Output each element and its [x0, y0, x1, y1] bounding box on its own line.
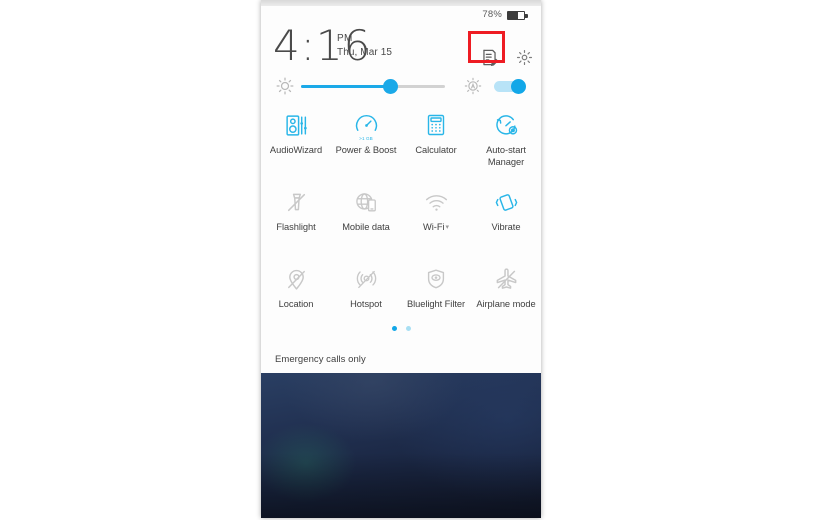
screenshot-root: 78% 4:16 PM Thu, Mar 15 AudioWizard >1 G…	[0, 0, 818, 520]
page-dot-2[interactable]	[405, 326, 411, 331]
quick-settings-panel: 78% 4:16 PM Thu, Mar 15 AudioWizard >1 G…	[261, 6, 541, 373]
tile-label: Location	[278, 299, 314, 309]
bluelight-filter-icon	[421, 264, 451, 294]
tile-label: Mobile data	[342, 222, 390, 232]
tile-row: AudioWizard >1 GB Power & Boost Calculat…	[261, 104, 541, 181]
mobile-data-icon	[351, 187, 381, 217]
flashlight-icon	[281, 187, 311, 217]
auto-brightness-toggle[interactable]	[494, 79, 526, 94]
home-wallpaper	[261, 373, 541, 518]
tile-label: Auto-start Manager	[486, 145, 526, 167]
power-boost-badge: >1 GB	[359, 136, 373, 141]
carrier-status-label: Emergency calls only	[275, 354, 366, 365]
brightness-slider[interactable]	[301, 79, 445, 94]
tile-label: Flashlight	[276, 222, 316, 232]
tile-airplane-mode[interactable]: Airplane mode	[471, 258, 541, 335]
auto-start-manager-icon	[491, 110, 521, 140]
vibrate-icon	[491, 187, 521, 217]
header-actions	[478, 46, 535, 68]
tile-calculator[interactable]: Calculator	[401, 104, 471, 181]
tile-label: Hotspot	[350, 299, 382, 309]
tile-flashlight[interactable]: Flashlight	[261, 181, 331, 258]
tile-wifi[interactable]: Wi-Fi▾	[401, 181, 471, 258]
tile-row: Flashlight Mobile data Wi-Fi▾ Vibrate	[261, 181, 541, 258]
clock-ampm: PM	[337, 33, 353, 44]
tile-label: Bluelight Filter	[406, 299, 466, 309]
tile-label-text: Wi-Fi	[423, 222, 445, 233]
tile-audiowizard[interactable]: AudioWizard	[261, 104, 331, 181]
tile-label: Calculator	[415, 145, 457, 155]
tile-label: AudioWizard	[269, 145, 323, 155]
notes-edit-icon[interactable]	[478, 46, 500, 68]
brightness-row	[261, 72, 541, 100]
battery-icon	[507, 11, 528, 20]
tile-row: Location Hotspot Bluelight Filter Airpla…	[261, 258, 541, 335]
quick-settings-tiles: AudioWizard >1 GB Power & Boost Calculat…	[261, 104, 541, 335]
battery-percentage-label: 78%	[482, 9, 502, 20]
calculator-icon	[421, 110, 451, 140]
power-boost-icon: >1 GB	[351, 110, 381, 141]
auto-brightness-icon	[463, 76, 483, 96]
tile-auto-start-manager[interactable]: Auto-start Manager	[471, 104, 541, 181]
audiowizard-icon	[281, 110, 311, 140]
wifi-icon	[421, 187, 451, 217]
phone-device: 78% 4:16 PM Thu, Mar 15 AudioWizard >1 G…	[261, 0, 541, 518]
tile-hotspot[interactable]: Hotspot	[331, 258, 401, 335]
tile-label: Power & Boost	[335, 145, 397, 155]
brightness-slider-knob[interactable]	[382, 79, 398, 94]
tile-label: Airplane mode	[476, 299, 536, 309]
brightness-sun-icon	[275, 76, 295, 96]
tile-bluelight-filter[interactable]: Bluelight Filter	[401, 258, 471, 335]
page-indicator	[261, 326, 541, 331]
tile-label: Wi-Fi▾	[423, 222, 449, 234]
page-dot-1[interactable]	[391, 326, 397, 331]
chevron-down-icon[interactable]: ▾	[445, 224, 449, 231]
tile-power-boost[interactable]: >1 GB Power & Boost	[331, 104, 401, 181]
tile-label: Vibrate	[491, 222, 521, 232]
hotspot-icon	[351, 264, 381, 294]
gear-icon[interactable]	[513, 46, 535, 68]
tile-vibrate[interactable]: Vibrate	[471, 181, 541, 258]
airplane-mode-icon	[491, 264, 521, 294]
location-icon	[281, 264, 311, 294]
clock-time: 4:16	[273, 21, 372, 70]
tile-mobile-data[interactable]: Mobile data	[331, 181, 401, 258]
tile-location[interactable]: Location	[261, 258, 331, 335]
clock-header: 4:16 PM Thu, Mar 15	[261, 21, 541, 72]
clock-date: Thu, Mar 15	[337, 47, 393, 58]
